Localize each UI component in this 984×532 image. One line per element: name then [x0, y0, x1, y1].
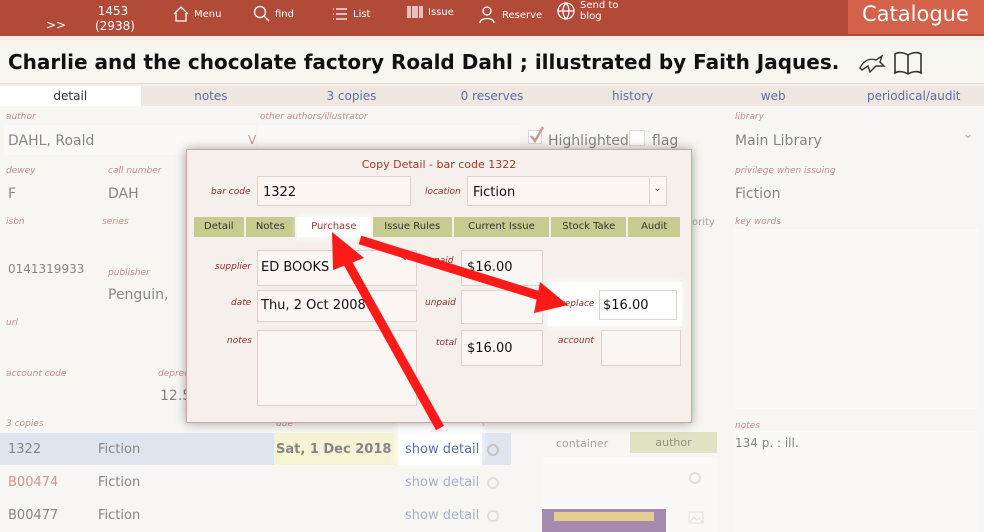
annotation-arrows: [332, 232, 568, 431]
arrow-head-right: [534, 282, 568, 313]
arrow-to-purchase-tab: [341, 255, 444, 431]
arrow-to-replace: [358, 235, 542, 301]
